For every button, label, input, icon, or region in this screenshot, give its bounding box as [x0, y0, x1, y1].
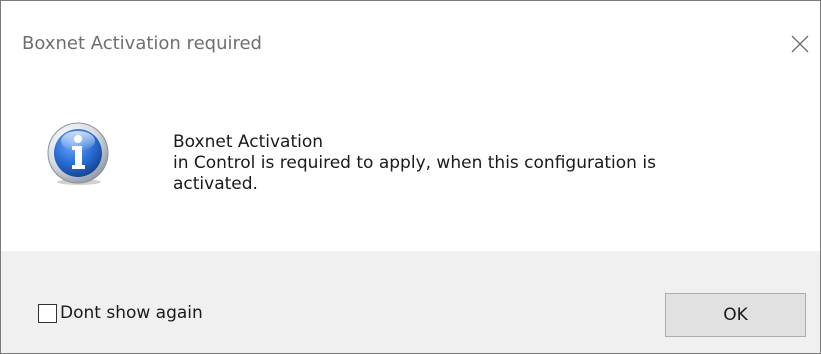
- window-title: Boxnet Activation required: [22, 33, 262, 54]
- title-bar: Boxnet Activation required: [1, 1, 820, 88]
- dialog-content: Boxnet Activation in Control is required…: [1, 88, 820, 251]
- message-line: activated.: [173, 174, 258, 194]
- message-text: Boxnet Activation in Control is required…: [173, 132, 773, 195]
- close-button[interactable]: [780, 24, 820, 64]
- dont-show-again-checkbox[interactable]: Dont show again: [38, 303, 203, 323]
- info-icon: [47, 122, 109, 185]
- message-line: in Control is required to apply, when th…: [173, 153, 656, 173]
- checkbox-box[interactable]: [38, 303, 57, 323]
- checkbox-label: Dont show again: [60, 303, 203, 323]
- close-icon: [791, 35, 809, 53]
- dialog-footer: Dont show again OK: [1, 251, 820, 353]
- dialog-window: Boxnet Activation required Boxnet Activa…: [0, 0, 821, 354]
- ok-button[interactable]: OK: [665, 293, 806, 337]
- message-line: Boxnet Activation: [173, 132, 324, 152]
